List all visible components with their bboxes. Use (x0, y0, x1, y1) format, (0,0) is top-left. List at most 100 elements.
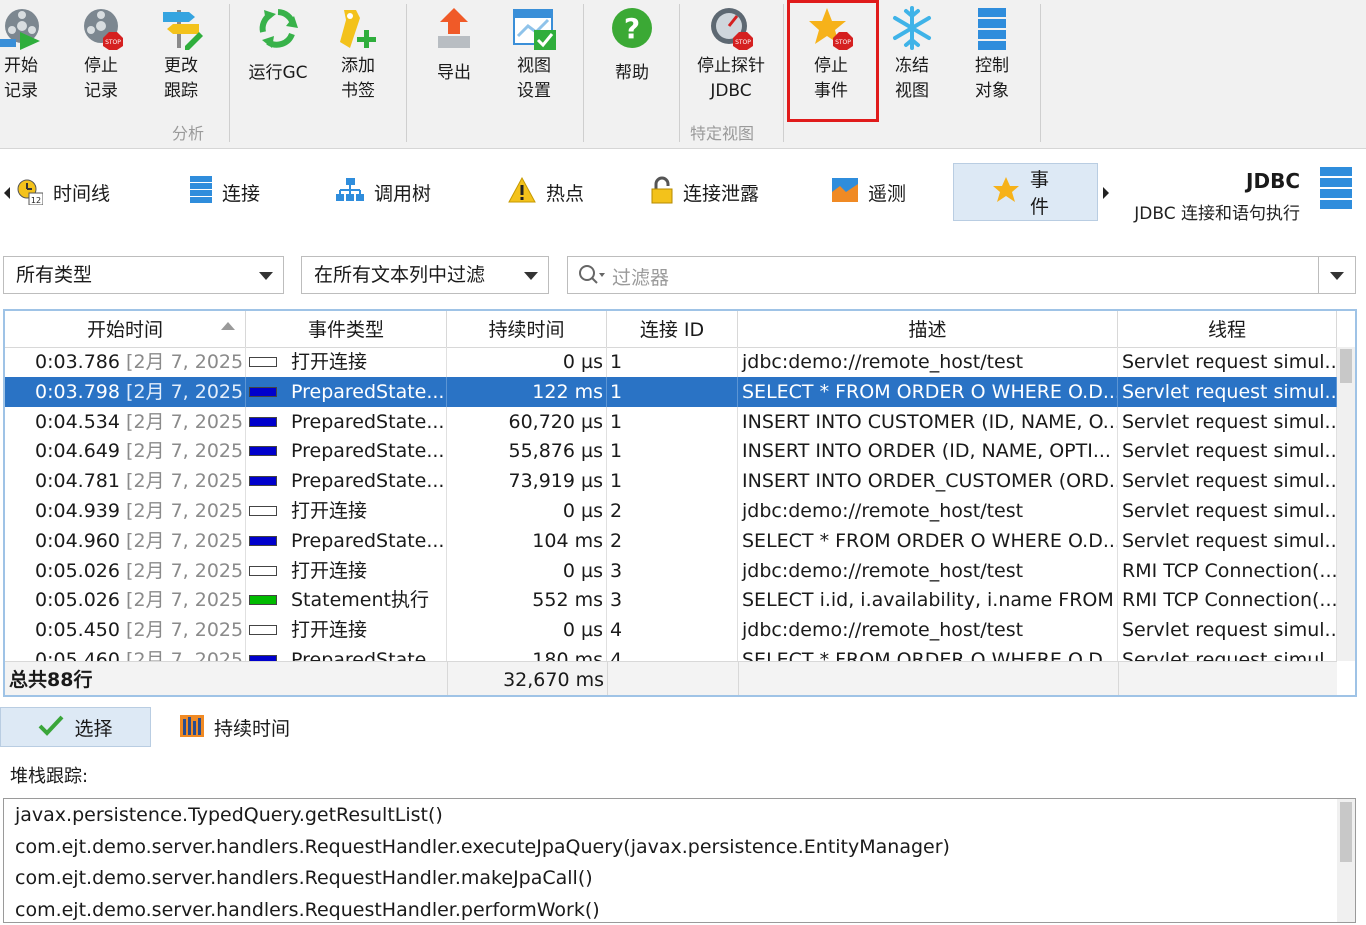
start-time-value: 0:03.798 (35, 380, 120, 403)
help-question-icon: ? (610, 6, 654, 50)
cell-start-time: 0:04.649 [2月 7, 2025 .. (5, 436, 246, 467)
table-row[interactable]: 0:05.026 [2月 7, 2025 .. 打开连接 0 µs3jdbc:dem… (5, 555, 1337, 586)
total-duration: 32,670 ms (503, 669, 604, 691)
event-type-select[interactable]: 所有类型 (3, 256, 284, 294)
timeline-icon: 12 (17, 179, 44, 206)
table-footer: 总共88行 32,670 ms (5, 661, 1337, 695)
stack-trace-scrollbar[interactable] (1337, 799, 1355, 922)
duration-button[interactable]: 持续时间 (180, 707, 290, 747)
event-type-value: PreparedState... (291, 649, 445, 661)
telemetry-icon (832, 177, 858, 207)
scrollbar-thumb[interactable] (1340, 349, 1352, 383)
highlight-frame (787, 0, 879, 122)
start-date-value: [2月 7, 2025 .. (126, 351, 245, 373)
event-type-color-swatch (249, 357, 277, 367)
toolbar-separator (783, 4, 784, 142)
probe-subtitle: JDBC 连接和语句执行 (1134, 204, 1300, 224)
start-date-value: [2月 7, 2025 .. (126, 440, 245, 463)
stop-probe-label-1: 停止探针 (697, 56, 765, 76)
event-type-color-swatch (249, 535, 277, 546)
event-type-value: PreparedState... (291, 410, 445, 433)
table-row[interactable]: 0:04.960 [2月 7, 2025 .. PreparedState...1… (5, 525, 1337, 556)
column-header-connection-id[interactable]: 连接 ID (607, 311, 738, 347)
add-bookmark-button[interactable]: 添加 书签 (336, 6, 380, 104)
view-settings-button[interactable]: 视图 设置 (512, 6, 556, 104)
table-row[interactable]: 0:03.786 [2月 7, 2025 .. 打开连接 0 µs1jdbc:dem… (5, 347, 1337, 377)
help-label: 帮助 (615, 63, 649, 83)
tab-telemetry[interactable]: 遥测 (832, 163, 906, 221)
scrollbar-thumb[interactable] (1340, 802, 1352, 862)
stop-recording-button[interactable]: STOP 停止 记录 (78, 6, 124, 104)
table-row[interactable]: 0:05.026 [2月 7, 2025 .. Statement执行 552 ms… (5, 585, 1337, 616)
table-row[interactable]: 0:03.798 [2月 7, 2025 ..PreparedState...1… (5, 376, 1337, 407)
chevron-down-icon (524, 272, 538, 280)
sort-ascending-icon (221, 322, 235, 330)
total-rows: 总共88行 (9, 669, 93, 691)
run-gc-button[interactable]: 运行GC (246, 6, 310, 86)
column-header-event-type[interactable]: 事件类型 (246, 311, 447, 347)
main-toolbar: 开始 记录 STOP 停止 记录 更改 跟踪 运行GC 添加 书签 导出 视图 … (0, 0, 1366, 149)
toolbar-separator (679, 4, 680, 142)
help-button[interactable]: ? 帮助 (610, 6, 654, 86)
event-type-value: 打开连接 (291, 500, 368, 522)
footer-separator (607, 662, 608, 695)
stack-frame[interactable]: javax.persistence.TypedQuery.getResultLi… (15, 804, 443, 826)
cell-description: INSERT INTO ORDER_CUSTOMER (ORD... (738, 466, 1118, 497)
tab-connections[interactable]: 连接 (190, 163, 260, 221)
recycle-icon (256, 6, 300, 50)
change-tracking-button[interactable]: 更改 跟踪 (158, 6, 204, 104)
tab-events[interactable]: 事件 (953, 163, 1098, 221)
control-objects-button[interactable]: 控制 对象 (970, 6, 1014, 104)
stack-frame[interactable]: com.ejt.demo.server.handlers.RequestHand… (15, 836, 950, 858)
table-row[interactable]: 0:04.534 [2月 7, 2025 .. PreparedState...6… (5, 406, 1337, 437)
column-header-duration[interactable]: 持续时间 (447, 311, 607, 347)
scroll-left-arrow-icon[interactable] (4, 187, 10, 199)
checkmark-icon (38, 714, 64, 741)
filter-history-dropdown-button[interactable] (1318, 257, 1355, 293)
column-header-start-time[interactable]: 开始时间 (5, 311, 246, 347)
stop-probe-jdbc-button[interactable]: STOP 停止探针 JDBC (692, 6, 770, 104)
tab-connections-label: 连接 (222, 182, 261, 205)
stack-frame[interactable]: com.ejt.demo.server.handlers.RequestHand… (15, 899, 600, 921)
film-reel-play-icon (0, 6, 44, 50)
start-recording-button[interactable]: 开始 记录 (0, 6, 42, 104)
event-type-value: PreparedState... (291, 380, 445, 403)
export-arrow-icon (432, 6, 476, 50)
event-type-value: PreparedState... (291, 529, 445, 552)
column-header-description[interactable]: 描述 (738, 311, 1118, 347)
table-row[interactable]: 0:04.649 [2月 7, 2025 .. PreparedState...5… (5, 436, 1337, 467)
export-button[interactable]: 导出 (432, 6, 476, 86)
cell-connection-id: 2 (607, 525, 738, 556)
stack-frame[interactable]: com.ejt.demo.server.handlers.RequestHand… (15, 867, 593, 889)
event-type-color-swatch (249, 565, 277, 576)
cell-connection-id: 1 (607, 436, 738, 467)
table-row[interactable]: 0:04.781 [2月 7, 2025 .. PreparedState...7… (5, 466, 1337, 497)
duration-bars-icon (180, 713, 204, 742)
probe-title: JDBC (1246, 169, 1300, 193)
cell-event-type: 打开连接 (246, 555, 447, 586)
text-filter-scope-select[interactable]: 在所有文本列中过滤 (301, 256, 549, 294)
event-type-color-swatch (249, 416, 277, 427)
start-time-value: 0:05.026 (35, 589, 120, 612)
cell-description: INSERT INTO ORDER (ID, NAME, OPTI... (738, 436, 1118, 467)
column-header-thread[interactable]: 线程 (1118, 311, 1337, 347)
svg-text:12: 12 (31, 196, 41, 205)
table-row[interactable]: 0:04.939 [2月 7, 2025 .. 打开连接 0 µs2jdbc:dem… (5, 496, 1337, 526)
tab-timeline[interactable]: 12 时间线 (17, 163, 110, 221)
filter-search-field[interactable]: 过滤器 (567, 256, 1356, 294)
table-row[interactable]: 0:05.460 [2月 7, 2025 .. PreparedState...1… (5, 645, 1337, 661)
cell-connection-id: 4 (607, 615, 738, 646)
tab-connection-leaks[interactable]: 连接泄露 (651, 163, 759, 221)
table-row[interactable]: 0:05.450 [2月 7, 2025 .. 打开连接 0 µs4jdbc:dem… (5, 615, 1337, 646)
cell-connection-id: 1 (607, 347, 738, 377)
view-settings-label-2: 设置 (517, 81, 551, 101)
tab-hotspots[interactable]: 热点 (508, 163, 584, 221)
scroll-right-arrow-icon[interactable] (1103, 187, 1109, 199)
tab-connection-leaks-label: 连接泄露 (683, 182, 760, 205)
selection-button[interactable]: 选择 (0, 707, 151, 747)
table-vertical-scrollbar[interactable] (1337, 347, 1355, 661)
start-date-value: [2月 7, 2025 .. (126, 619, 245, 642)
cell-duration: 104 ms (447, 525, 607, 556)
freeze-view-button[interactable]: 冻结 视图 (890, 6, 934, 104)
tab-call-tree[interactable]: 调用树 (336, 163, 431, 221)
